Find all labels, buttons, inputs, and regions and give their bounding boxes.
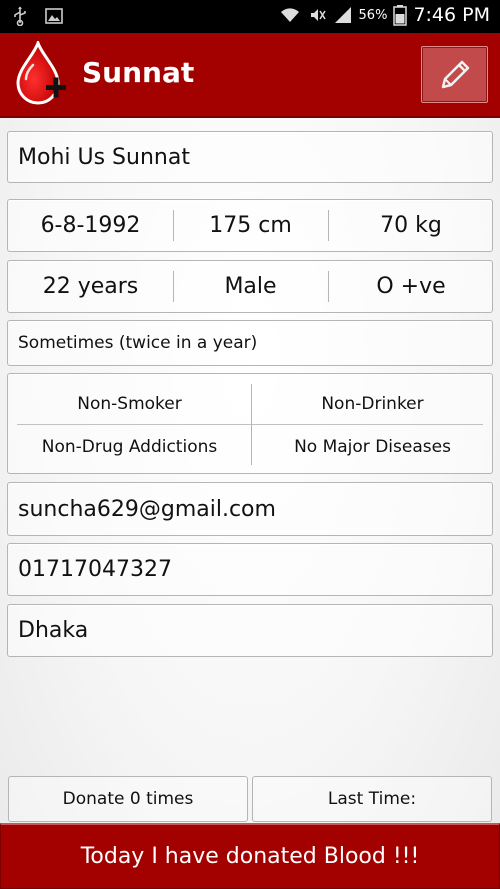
blood-group-value[interactable]: O +ve xyxy=(328,261,494,312)
phone-field[interactable]: 01717047327 xyxy=(7,543,493,596)
personal-info-row: 22 years Male O +ve xyxy=(7,260,493,313)
age-value[interactable]: 22 years xyxy=(8,261,173,312)
status-time: 7:46 PM xyxy=(413,4,490,26)
body-info-row: 6-8-1992 175 cm 70 kg xyxy=(7,199,493,252)
status-bar: 56% 7:46 PM xyxy=(0,0,500,33)
signal-icon xyxy=(334,7,351,23)
drinking-status[interactable]: Non-Drinker xyxy=(251,382,494,426)
action-bar: Sunnat xyxy=(0,33,500,118)
last-time-button[interactable]: Last Time: xyxy=(252,776,492,822)
pencil-icon xyxy=(441,60,469,88)
blood-drop-plus-icon xyxy=(16,41,66,105)
edit-button[interactable] xyxy=(421,46,488,103)
city-value: Dhaka xyxy=(18,618,89,643)
phone-value: 01717047327 xyxy=(18,557,172,582)
gender-value[interactable]: Male xyxy=(173,261,328,312)
name-value: Mohi Us Sunnat xyxy=(18,144,190,170)
height-value[interactable]: 175 cm xyxy=(173,200,328,251)
usb-icon xyxy=(14,6,26,26)
battery-icon xyxy=(393,5,408,26)
mute-icon xyxy=(310,9,326,21)
donation-frequency-value: Sometimes (twice in a year) xyxy=(18,333,258,353)
app-title: Sunnat xyxy=(82,56,195,89)
email-value: suncha629@gmail.com xyxy=(18,496,276,522)
city-field[interactable]: Dhaka xyxy=(7,604,493,657)
habits-grid: Non-Smoker Non-Drinker Non-Drug Addictio… xyxy=(7,373,493,474)
donation-frequency-field[interactable]: Sometimes (twice in a year) xyxy=(7,320,493,366)
smoking-status[interactable]: Non-Smoker xyxy=(8,382,251,426)
wifi-icon xyxy=(280,8,299,22)
disease-status[interactable]: No Major Diseases xyxy=(251,425,494,469)
drug-status[interactable]: Non-Drug Addictions xyxy=(8,425,251,469)
email-field[interactable]: suncha629@gmail.com xyxy=(7,482,493,536)
name-field[interactable]: Mohi Us Sunnat xyxy=(7,131,493,183)
donate-count-button[interactable]: Donate 0 times xyxy=(8,776,248,822)
battery-percent: 56% xyxy=(358,7,388,23)
dob-value[interactable]: 6-8-1992 xyxy=(8,200,173,251)
weight-value[interactable]: 70 kg xyxy=(328,200,494,251)
donated-blood-button[interactable]: Today I have donated Blood !!! xyxy=(0,823,500,889)
image-icon xyxy=(45,8,63,24)
